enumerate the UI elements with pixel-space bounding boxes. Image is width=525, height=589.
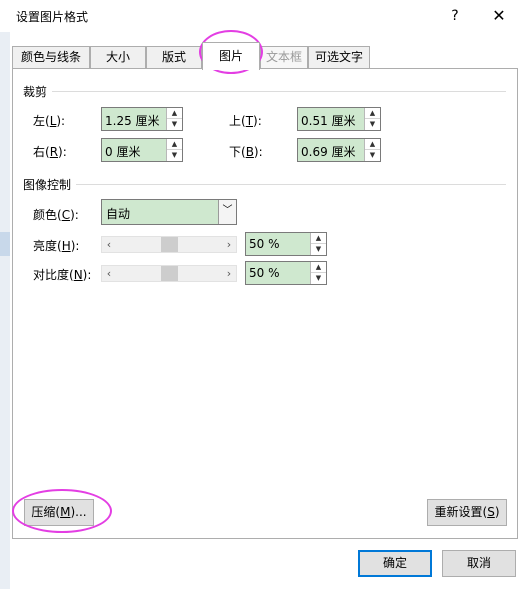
crop-bottom-spinner[interactable]: 0.69 厘米 ▲ ▼	[297, 138, 381, 162]
crop-top-value[interactable]: 0.51 厘米	[301, 112, 356, 129]
brightness-arrows: ▲ ▼	[310, 233, 326, 255]
brightness-increase-icon[interactable]: ›	[222, 237, 236, 252]
brightness-spinner[interactable]: 50 % ▲ ▼	[245, 232, 327, 256]
contrast-increase-icon[interactable]: ›	[222, 266, 236, 281]
cancel-button[interactable]: 取消	[442, 550, 516, 577]
brightness-value[interactable]: 50 %	[249, 237, 280, 251]
crop-left-value[interactable]: 1.25 厘米	[105, 112, 160, 129]
tab-text-box: 文本框	[260, 46, 308, 69]
close-button[interactable]: ✕	[484, 4, 514, 28]
crop-bottom-label: 下(B):	[229, 145, 263, 159]
contrast-up-icon[interactable]: ▲	[311, 262, 326, 273]
crop-left-up-icon[interactable]: ▲	[167, 108, 182, 119]
tab-alt-text[interactable]: 可选文字	[308, 46, 370, 69]
image-control-section-label: 图像控制	[23, 178, 72, 192]
contrast-slider[interactable]: ‹ ›	[101, 265, 237, 282]
format-picture-dialog: 设置图片格式 ? ✕ 颜色与线条 大小 版式 图片 文本框 可选文字 裁剪 左(…	[0, 0, 525, 589]
picture-tab-panel	[12, 68, 518, 539]
brightness-slider-thumb[interactable]	[160, 237, 178, 252]
crop-section-divider	[52, 91, 506, 92]
reset-button[interactable]: 重新设置(S)	[427, 499, 507, 526]
crop-left-arrows: ▲ ▼	[166, 108, 182, 130]
ok-button[interactable]: 确定	[358, 550, 432, 577]
contrast-label: 对比度(N):	[33, 268, 92, 282]
crop-right-value[interactable]: 0 厘米	[105, 143, 140, 160]
crop-right-down-icon[interactable]: ▼	[167, 150, 182, 161]
crop-right-spinner[interactable]: 0 厘米 ▲ ▼	[101, 138, 183, 162]
brightness-label: 亮度(H):	[33, 239, 80, 253]
contrast-spinner[interactable]: 50 % ▲ ▼	[245, 261, 327, 285]
crop-bottom-down-icon[interactable]: ▼	[365, 150, 380, 161]
crop-top-arrows: ▲ ▼	[364, 108, 380, 130]
contrast-value[interactable]: 50 %	[249, 266, 280, 280]
crop-right-label: 右(R):	[33, 145, 67, 159]
brightness-up-icon[interactable]: ▲	[311, 233, 326, 244]
dialog-title: 设置图片格式	[16, 10, 89, 24]
crop-bottom-arrows: ▲ ▼	[364, 139, 380, 161]
crop-top-up-icon[interactable]: ▲	[365, 108, 380, 119]
help-button[interactable]: ?	[440, 4, 470, 28]
title-bar: 设置图片格式 ? ✕	[0, 0, 525, 32]
chevron-down-icon[interactable]: ﹀	[218, 200, 236, 224]
crop-section-label: 裁剪	[23, 85, 48, 99]
crop-bottom-value[interactable]: 0.69 厘米	[301, 143, 356, 160]
contrast-arrows: ▲ ▼	[310, 262, 326, 284]
background-window-fragment	[0, 232, 10, 256]
crop-top-spinner[interactable]: 0.51 厘米 ▲ ▼	[297, 107, 381, 131]
crop-right-up-icon[interactable]: ▲	[167, 139, 182, 150]
crop-top-label: 上(T):	[229, 114, 262, 128]
brightness-slider[interactable]: ‹ ›	[101, 236, 237, 253]
color-selected-value[interactable]: 自动	[106, 205, 130, 222]
contrast-decrease-icon[interactable]: ‹	[102, 266, 116, 281]
tab-layout[interactable]: 版式	[146, 46, 202, 69]
tab-size[interactable]: 大小	[90, 46, 146, 69]
tab-colors-and-lines[interactable]: 颜色与线条	[12, 46, 90, 69]
crop-left-label: 左(L):	[33, 114, 66, 128]
crop-left-down-icon[interactable]: ▼	[167, 119, 182, 130]
crop-top-down-icon[interactable]: ▼	[365, 119, 380, 130]
background-window-edge	[0, 32, 10, 589]
contrast-slider-thumb[interactable]	[160, 266, 178, 281]
brightness-decrease-icon[interactable]: ‹	[102, 237, 116, 252]
color-dropdown[interactable]: 自动 ﹀	[101, 199, 237, 225]
brightness-down-icon[interactable]: ▼	[311, 244, 326, 255]
crop-right-arrows: ▲ ▼	[166, 139, 182, 161]
crop-left-spinner[interactable]: 1.25 厘米 ▲ ▼	[101, 107, 183, 131]
contrast-down-icon[interactable]: ▼	[311, 273, 326, 284]
crop-bottom-up-icon[interactable]: ▲	[365, 139, 380, 150]
image-control-section-divider	[76, 184, 506, 185]
compress-button[interactable]: 压缩(M)...	[24, 499, 94, 526]
color-label: 颜色(C):	[33, 208, 79, 222]
tab-picture[interactable]: 图片	[202, 42, 260, 70]
